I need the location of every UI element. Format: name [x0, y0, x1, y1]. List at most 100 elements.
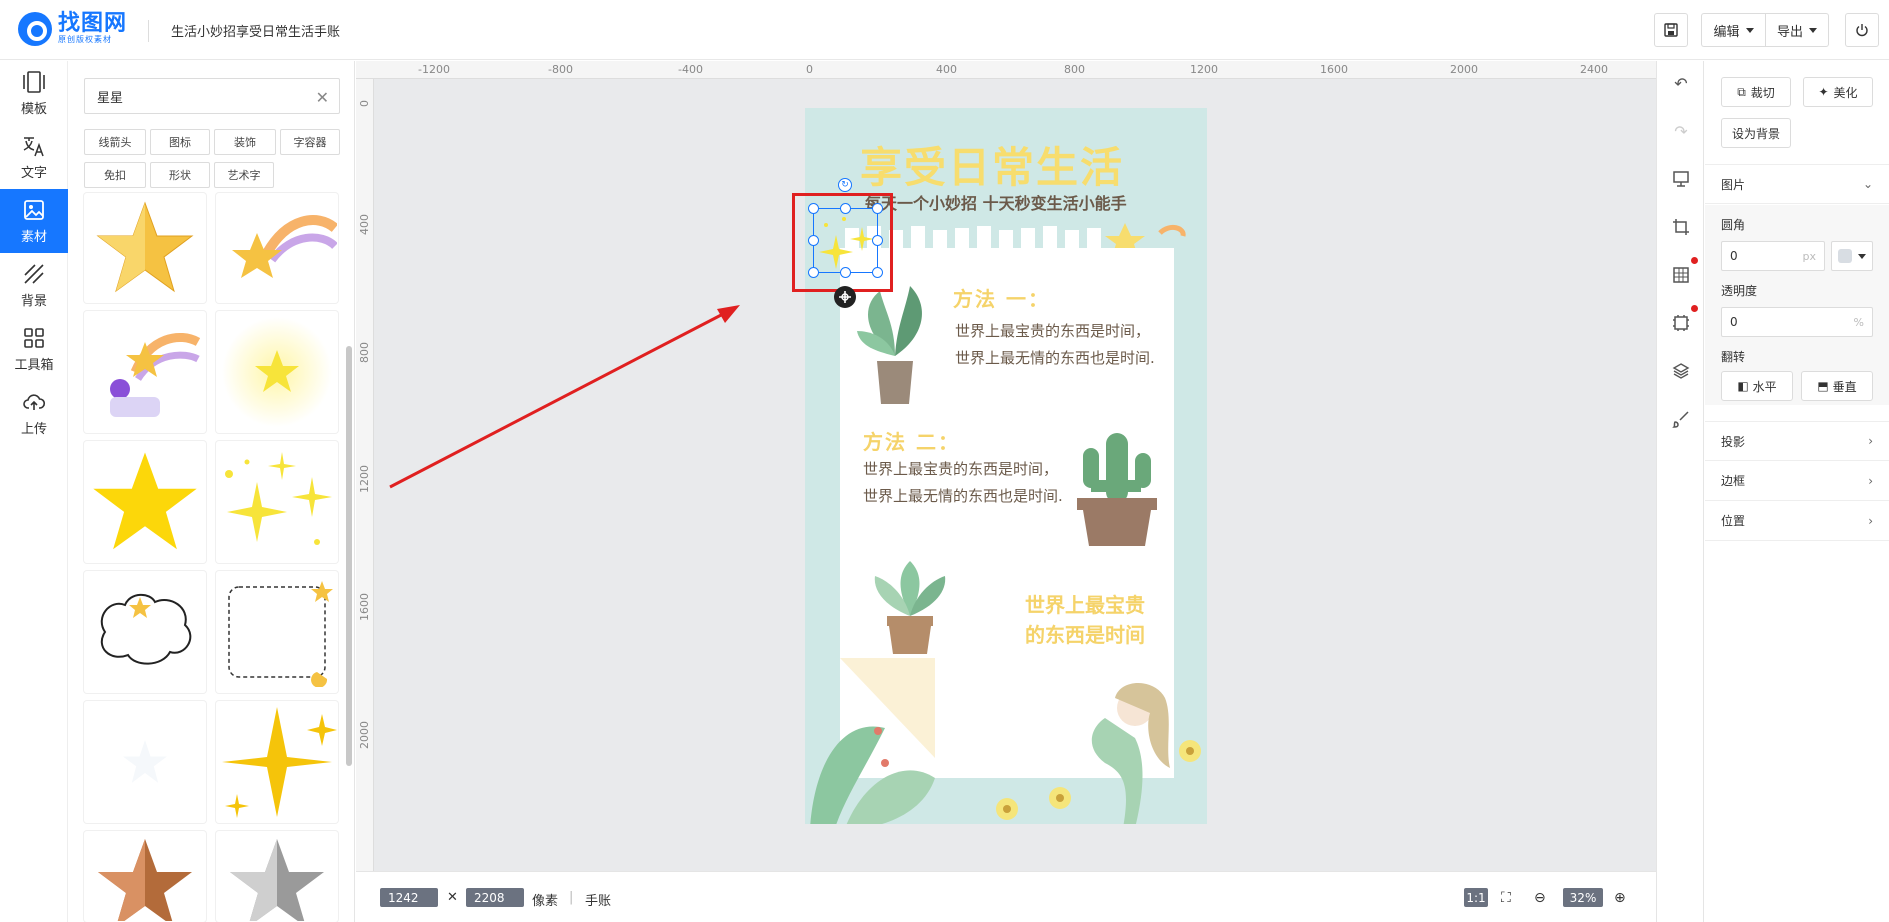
section-image[interactable]: 图片 ⌄ — [1705, 164, 1889, 204]
nav-item-toolbox[interactable]: 工具箱 — [0, 317, 68, 381]
ruler-label: 1600 — [358, 593, 371, 621]
resize-handle-bottom-right[interactable] — [872, 267, 883, 278]
material-thumb-silver-star[interactable] — [216, 831, 338, 922]
panel-scrollbar[interactable] — [346, 346, 352, 766]
nav-item-material[interactable]: 素材 — [0, 189, 68, 253]
resize-handle-bottom[interactable] — [840, 267, 851, 278]
bottom-decoration-image[interactable] — [805, 628, 1207, 824]
rotate-handle-icon[interactable]: ↻ — [838, 178, 852, 192]
tag-arrow[interactable]: 线箭头 — [84, 129, 146, 155]
logo-title: 找图网 — [58, 11, 128, 36]
material-thumb-yellow-star[interactable] — [84, 441, 206, 563]
radius-unit: px — [1802, 249, 1817, 263]
export-menu-button[interactable]: 导出 — [1765, 13, 1829, 47]
poster-title[interactable]: 享受日常生活 — [860, 134, 1124, 195]
section-shadow[interactable]: 投影 › — [1705, 421, 1889, 461]
set-background-button[interactable]: 设为背景 — [1721, 118, 1791, 148]
width-input[interactable]: 1242 — [380, 888, 438, 907]
redo-icon[interactable]: ↷ — [1671, 121, 1691, 141]
tag-text-container[interactable]: 字容器 — [280, 129, 340, 155]
section-border[interactable]: 边框 › — [1705, 461, 1889, 501]
material-thumb-glow-star[interactable] — [216, 311, 338, 433]
material-thumb-cloud-frame[interactable] — [216, 571, 338, 693]
undo-icon[interactable]: ↶ — [1671, 73, 1691, 93]
edit-menu-button[interactable]: 编辑 — [1701, 13, 1765, 47]
tag-art-text[interactable]: 艺术字 — [214, 162, 274, 188]
layers-icon[interactable] — [1671, 361, 1691, 381]
material-thumb-astronaut-star[interactable] — [84, 311, 206, 433]
tag-shape[interactable]: 形状 — [150, 162, 210, 188]
power-button[interactable] — [1845, 13, 1879, 47]
tag-decoration[interactable]: 装饰 — [214, 129, 276, 155]
close-icon[interactable]: ✕ — [316, 88, 329, 107]
crop-icon[interactable] — [1671, 217, 1691, 237]
fullscreen-icon[interactable]: ⛶ — [1501, 890, 1511, 906]
logo[interactable]: 找图网 原创版权素材 — [18, 12, 127, 46]
present-icon[interactable] — [1671, 169, 1691, 189]
save-button[interactable] — [1654, 13, 1688, 47]
resize-handle-top-right[interactable] — [872, 203, 883, 214]
ruler-icon[interactable] — [1671, 313, 1691, 333]
resize-handle-left[interactable] — [808, 235, 819, 246]
method2-text[interactable]: 世界上最宝贵的东西是时间，世界上最无情的东西也是时间. — [863, 456, 1063, 510]
material-thumb-gold-star[interactable] — [84, 193, 206, 303]
chevron-down-icon — [1745, 27, 1754, 33]
image-icon — [24, 199, 44, 220]
crop-button[interactable]: ⧉ 裁切 — [1721, 77, 1791, 107]
status-bar: 1242 ✕ 2208 像素 | 手账 1:1 ⛶ ⊖ 32% ⊕ — [356, 871, 1656, 922]
annotation-arrow — [389, 305, 740, 489]
search-input[interactable]: 星星 ✕ — [84, 78, 340, 114]
document-title[interactable]: 生活小妙招享受日常生活手账 — [171, 21, 340, 40]
move-handle-icon[interactable] — [834, 286, 856, 308]
resize-handle-bottom-left[interactable] — [808, 267, 819, 278]
material-thumb-shooting-star[interactable] — [216, 193, 338, 303]
chevron-down-icon — [1809, 27, 1817, 33]
nav-item-upload[interactable]: 上传 — [0, 381, 68, 445]
material-thumb-faint-star[interactable] — [84, 701, 206, 823]
brush-icon[interactable] — [1671, 409, 1691, 429]
potted-plant-image[interactable] — [855, 276, 935, 406]
ruler-label: 800 — [358, 342, 371, 363]
sparkles-selected-icon — [819, 217, 874, 269]
nav-item-background[interactable]: 背景 — [0, 253, 68, 317]
zoom-out-icon[interactable]: ⊖ — [1534, 890, 1546, 906]
logo-subtitle: 原创版权素材 — [58, 35, 112, 44]
material-thumb-cloud-bubble[interactable] — [84, 571, 206, 693]
flip-vertical-button[interactable]: ⬒ 垂直 — [1801, 371, 1873, 401]
resize-handle-top[interactable] — [840, 203, 851, 214]
flip-horizontal-button[interactable]: ◧ 水平 — [1721, 371, 1793, 401]
ruler-label: 2000 — [358, 721, 371, 749]
beautify-button[interactable]: ✦ 美化 — [1803, 77, 1873, 107]
height-input[interactable]: 2208 — [466, 888, 524, 907]
material-thumb-bronze-star[interactable] — [84, 831, 206, 922]
magic-wand-icon: ✦ — [1818, 85, 1829, 99]
grid-icon[interactable] — [1671, 265, 1691, 285]
radius-input[interactable]: 0 px — [1721, 241, 1825, 271]
ruler-label: 0 — [358, 100, 371, 107]
zoom-level[interactable]: 32% — [1563, 888, 1603, 907]
material-thumb-sparkles[interactable] — [216, 441, 338, 563]
method2-title[interactable]: 方法 二： — [863, 426, 960, 455]
radius-color-select[interactable] — [1831, 241, 1873, 271]
material-thumb-four-point-star[interactable] — [216, 701, 338, 823]
opacity-input[interactable]: 0 % — [1721, 307, 1873, 337]
resize-handle-right[interactable] — [872, 235, 883, 246]
notification-dot — [1691, 257, 1698, 264]
chevron-down-icon: ⌄ — [1862, 177, 1873, 191]
method1-text[interactable]: 世界上最宝贵的东西是时间，世界上最无情的东西也是时间. — [955, 318, 1155, 372]
nav-item-text[interactable]: 文字 — [0, 125, 68, 189]
poster-subtitle[interactable]: 每天一个小妙招 十天秒变生活小能手 — [865, 190, 1127, 214]
selected-element[interactable] — [813, 208, 878, 273]
section-position[interactable]: 位置 › — [1705, 501, 1889, 541]
tag-icon[interactable]: 图标 — [150, 129, 210, 155]
nav-item-template[interactable]: 模板 — [0, 61, 68, 125]
zoom-in-icon[interactable]: ⊕ — [1614, 890, 1626, 906]
tool-strip: ↶ ↷ — [1656, 61, 1704, 922]
unit-label: 像素 — [532, 894, 559, 909]
tag-cutout[interactable]: 免扣 — [84, 162, 146, 188]
section-title: 图片 — [1721, 177, 1746, 192]
method1-title[interactable]: 方法 一： — [953, 283, 1050, 312]
actual-size-button[interactable]: 1:1 — [1464, 888, 1488, 907]
cactus-image[interactable] — [1073, 428, 1163, 548]
resize-handle-top-left[interactable] — [808, 203, 819, 214]
